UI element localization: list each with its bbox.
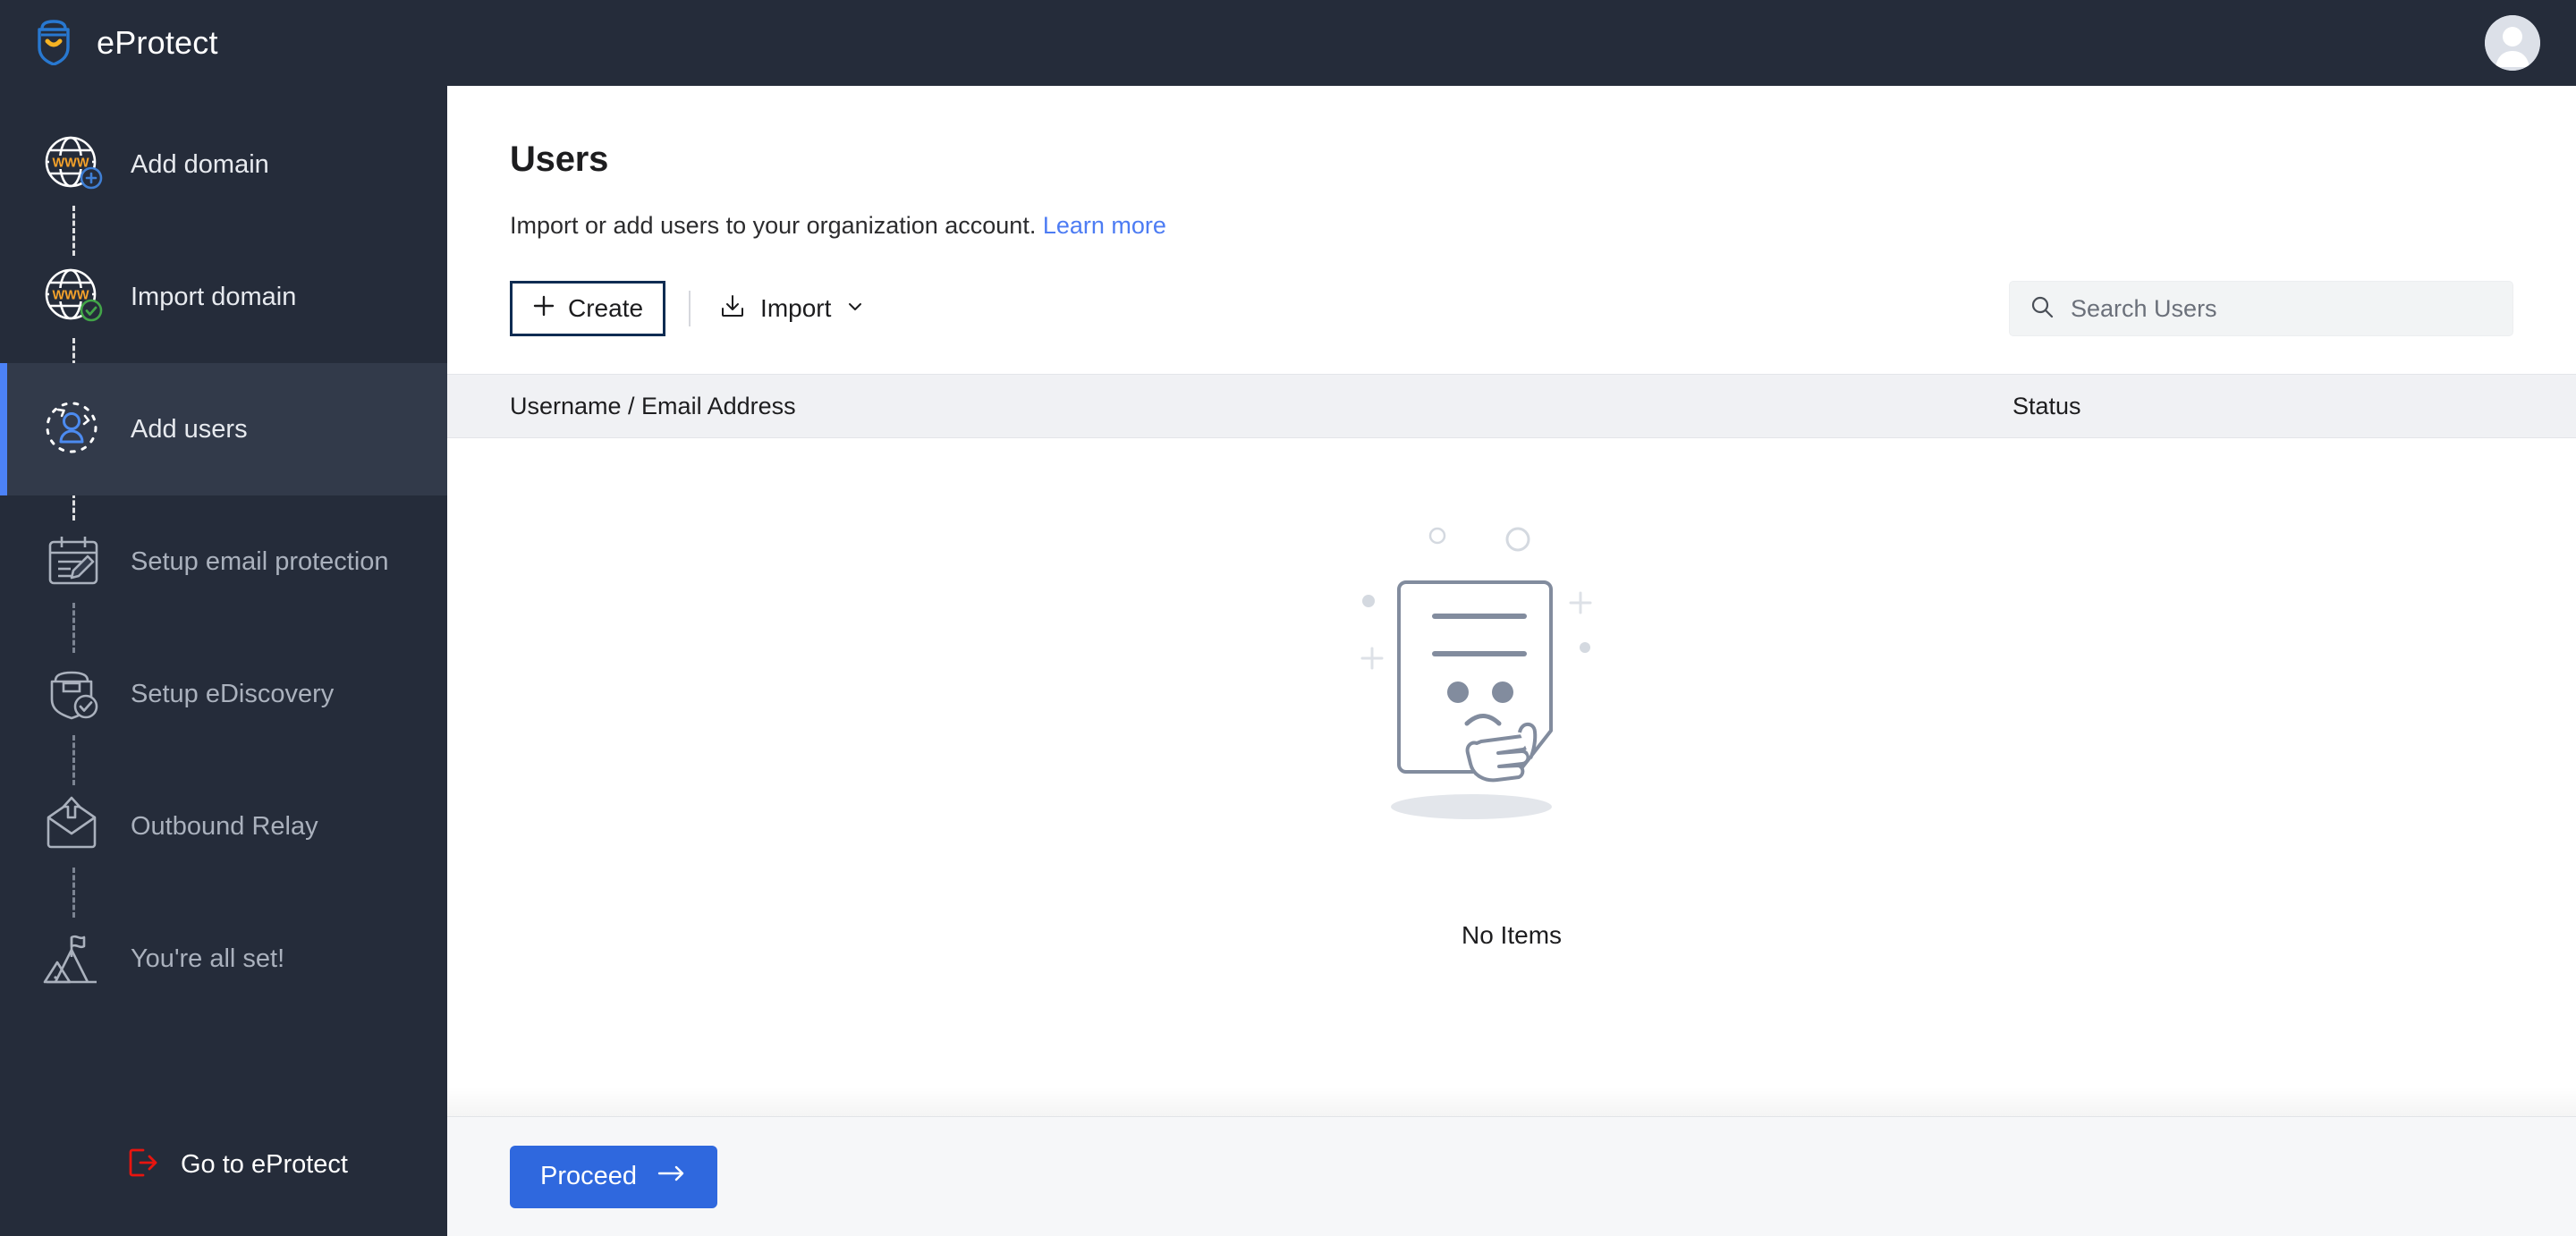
app-root: eProtect WWW Add domain WWW Import domai… [0, 0, 2576, 1236]
brand[interactable]: eProtect [30, 17, 218, 70]
chevron-down-icon [845, 294, 865, 323]
empty-state: No Items [447, 438, 2576, 1116]
shield-check-icon [41, 662, 106, 726]
sidebar-item-label: Setup email protection [131, 546, 389, 576]
sidebar-item-add-users[interactable]: Add users [0, 363, 447, 495]
sidebar-item-setup-ediscovery[interactable]: Setup eDiscovery [0, 628, 447, 760]
add-user-dashed-icon [41, 397, 106, 461]
empty-document-sad-face-illustration [1324, 507, 1699, 869]
sidebar-item-label: Import domain [131, 282, 297, 311]
sidebar-nav: WWW Add domain WWW Import domain Add use… [0, 98, 447, 1025]
import-button-label: Import [760, 294, 832, 322]
column-header-username[interactable]: Username / Email Address [510, 393, 2012, 420]
page-subtitle-text: Import or add users to your organization… [510, 212, 1037, 239]
globe-www-plus-icon: WWW [41, 132, 106, 197]
toolbar: Create Import [447, 281, 2576, 336]
sidebar-item-label: Add domain [131, 149, 269, 179]
proceed-button[interactable]: Proceed [510, 1145, 718, 1208]
mountain-flag-icon [41, 927, 106, 991]
sidebar-item-outbound-relay[interactable]: Outbound Relay [0, 760, 447, 893]
sidebar-item-label: Add users [131, 414, 248, 444]
top-bar: eProtect [0, 0, 2576, 86]
search-icon [2029, 294, 2055, 324]
search-users-box[interactable] [2009, 281, 2513, 336]
user-avatar[interactable] [2485, 15, 2540, 71]
exit-arrow-icon [125, 1145, 161, 1185]
import-button[interactable]: Import [714, 281, 870, 336]
search-input[interactable] [2071, 294, 2493, 323]
shield-smile-logo-icon [30, 17, 77, 70]
plus-icon [532, 294, 555, 324]
main-scroll: Users Import or add users to your organi… [447, 86, 2576, 1116]
sidebar-item-setup-email-protection[interactable]: Setup email protection [0, 495, 447, 628]
envelope-upload-icon [41, 794, 106, 859]
sidebar-item-label: You're all set! [131, 944, 285, 973]
sidebar-item-import-domain[interactable]: WWW Import domain [0, 231, 447, 363]
learn-more-link[interactable]: Learn more [1043, 212, 1166, 239]
page-header: Users Import or add users to your organi… [447, 86, 2576, 240]
svg-text:WWW: WWW [52, 157, 89, 171]
table-header-row: Username / Email Address Status [447, 374, 2576, 438]
calendar-pencil-icon [41, 529, 106, 594]
brand-name: eProtect [97, 24, 218, 61]
column-header-status[interactable]: Status [2012, 393, 2081, 420]
go-to-eprotect-label: Go to eProtect [181, 1149, 348, 1179]
empty-state-text: No Items [1461, 920, 1563, 949]
svg-text:WWW: WWW [52, 289, 89, 303]
arrow-right-icon [657, 1162, 687, 1191]
sidebar-item-label: Outbound Relay [131, 811, 318, 841]
create-button-label: Create [568, 294, 644, 322]
avatar-wrap[interactable] [2485, 15, 2540, 71]
page-subtitle: Import or add users to your organization… [510, 212, 2513, 240]
create-button[interactable]: Create [510, 281, 666, 336]
download-box-icon [719, 292, 746, 326]
sidebar-item-youre-all-set[interactable]: You're all set! [0, 893, 447, 1025]
body: WWW Add domain WWW Import domain Add use… [0, 86, 2576, 1236]
main-panel: Users Import or add users to your organi… [447, 86, 2576, 1236]
sidebar: WWW Add domain WWW Import domain Add use… [0, 86, 447, 1236]
proceed-button-label: Proceed [540, 1162, 638, 1190]
toolbar-divider [689, 291, 691, 326]
sidebar-item-add-domain[interactable]: WWW Add domain [0, 98, 447, 231]
globe-www-check-icon: WWW [41, 265, 106, 329]
page-title: Users [510, 140, 609, 179]
main-footer: Proceed [447, 1087, 2576, 1236]
sidebar-item-label: Setup eDiscovery [131, 679, 335, 708]
go-to-eprotect-link[interactable]: Go to eProtect [0, 1129, 447, 1236]
